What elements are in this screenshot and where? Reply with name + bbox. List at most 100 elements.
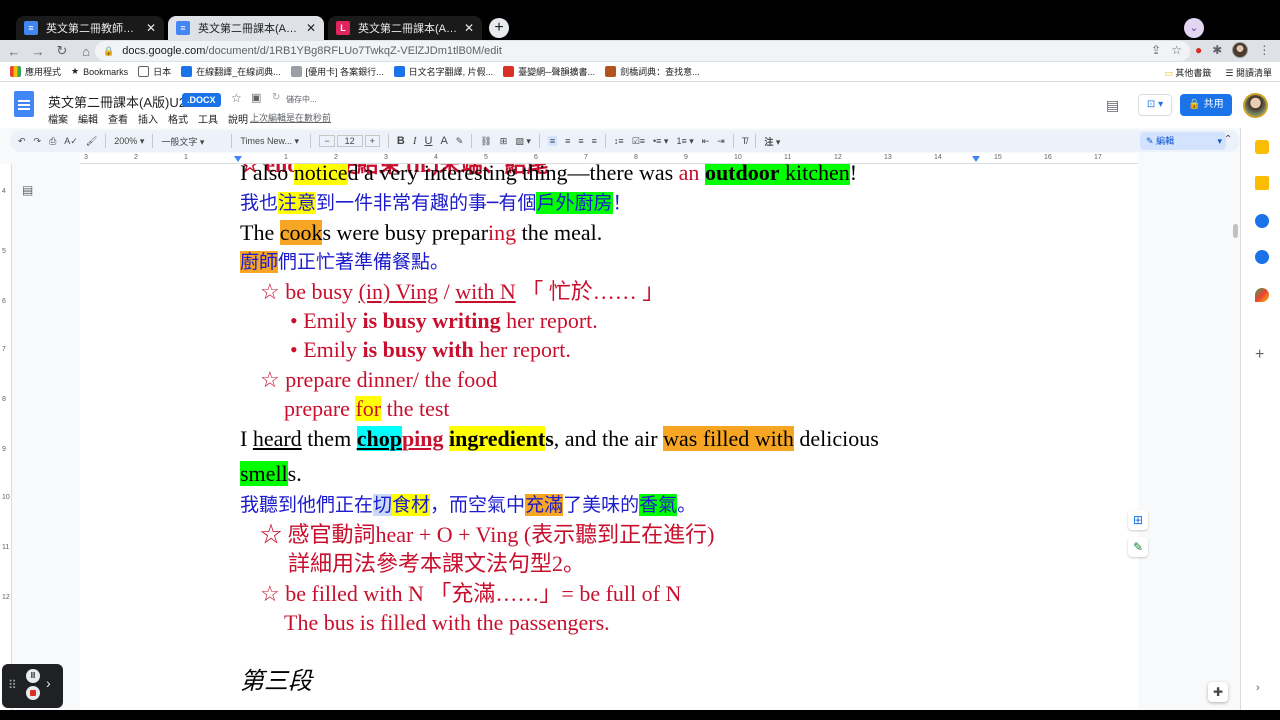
- bookmark-apps[interactable]: 應用程式: [10, 65, 61, 78]
- bulleted-list-icon[interactable]: •≡ ▾: [653, 136, 668, 147]
- style-select[interactable]: 一般文字 ▾: [161, 135, 223, 148]
- hide-side-panel-icon[interactable]: ›: [1256, 682, 1260, 694]
- tab-search-chevron-icon[interactable]: ⌄: [1184, 18, 1204, 38]
- bookmark-cambridge[interactable]: 劍橋詞典：查找意...: [605, 65, 700, 78]
- menu-format[interactable]: 格式: [168, 111, 188, 126]
- star-icon[interactable]: ☆: [231, 91, 242, 105]
- add-comment-icon[interactable]: ⊞: [1128, 510, 1148, 530]
- maps-icon[interactable]: [1255, 288, 1269, 302]
- bookmark-translate[interactable]: 在線翻譯_在線詞典...: [181, 65, 281, 78]
- editing-mode-select[interactable]: ✎ 編輯 ▾: [1140, 132, 1226, 150]
- highlight-pen-icon[interactable]: ✎: [456, 136, 464, 147]
- account-avatar[interactable]: [1243, 93, 1268, 118]
- back-icon[interactable]: ←: [4, 44, 24, 59]
- menu-tools[interactable]: 工具: [198, 111, 218, 126]
- bookmark-japanese-names[interactable]: 日文名字翻譯, 片假...: [393, 65, 493, 78]
- document-page[interactable]: ☆ end (v.)使結束 (n.)末端、結尾 I also noticed a…: [80, 164, 1138, 720]
- address-bar[interactable]: 🔒 docs.google.com/document/d/1RB1YBg8RFL…: [95, 41, 1190, 61]
- insert-image-icon[interactable]: ▨ ▾: [515, 136, 531, 147]
- numbered-list-icon[interactable]: 1≡ ▾: [676, 136, 693, 147]
- align-center-icon[interactable]: ≡: [565, 136, 570, 146]
- forward-icon[interactable]: →: [28, 44, 48, 59]
- contacts-icon[interactable]: [1255, 250, 1269, 264]
- menu-file[interactable]: 檔案: [48, 111, 68, 126]
- font-size-decrease-button[interactable]: −: [319, 135, 335, 147]
- move-folder-icon[interactable]: ▣: [251, 91, 261, 104]
- document-outline-icon[interactable]: ▤: [22, 183, 33, 197]
- line-spacing-icon[interactable]: ↕≡: [614, 136, 624, 146]
- bookmark-taiwan-dict[interactable]: 臺變網─聲韻擴書...: [503, 65, 595, 78]
- tab-textbook-docx[interactable]: ≡ 英文第二冊課本(A版)U2.docx - G ✕: [168, 16, 324, 40]
- increase-indent-icon[interactable]: ⇥: [717, 136, 725, 147]
- lock-icon[interactable]: 🔒: [103, 46, 114, 57]
- undo-icon[interactable]: ↶: [18, 136, 26, 147]
- bookmark-credit-card[interactable]: [優用卡] 各案銀行...: [290, 65, 384, 78]
- drag-handle-icon[interactable]: ⠿: [8, 678, 17, 692]
- text-color-icon[interactable]: A: [440, 135, 447, 147]
- chevron-right-icon[interactable]: ›: [46, 675, 51, 691]
- font-size-increase-button[interactable]: +: [364, 135, 380, 147]
- share-button[interactable]: 🔒 共用: [1180, 94, 1232, 116]
- print-icon[interactable]: ⎙: [49, 136, 56, 147]
- underline-button[interactable]: U: [425, 135, 433, 147]
- menu-help[interactable]: 說明: [228, 111, 248, 126]
- bookmark-bookmarks[interactable]: ★ Bookmarks: [71, 66, 128, 77]
- new-tab-button[interactable]: +: [489, 18, 509, 38]
- kebab-menu-icon[interactable]: ⋮: [1258, 43, 1270, 57]
- puzzle-extensions-icon[interactable]: ✱: [1212, 43, 1222, 57]
- horizontal-ruler[interactable]: 3 2 1 1 2 3 4 5 6 7 8 9 10 11 12 13 14 1…: [80, 153, 1138, 164]
- add-comment-icon[interactable]: ⊞: [500, 136, 508, 147]
- menu-view[interactable]: 查看: [108, 111, 128, 126]
- last-edit-link[interactable]: 上次編輯是在數秒前: [250, 111, 331, 124]
- docs-logo-icon[interactable]: [14, 91, 34, 117]
- tab-textbook-pdf[interactable]: L 英文第二冊課本(A版)U2.pdf - Lu ✕: [328, 16, 482, 40]
- decrease-indent-icon[interactable]: ⇤: [702, 136, 710, 147]
- get-addons-icon[interactable]: +: [1255, 346, 1264, 364]
- align-right-icon[interactable]: ≡: [578, 136, 583, 146]
- phonetic-icon[interactable]: 注 ▾: [764, 135, 780, 148]
- left-indent-marker[interactable]: [234, 156, 242, 162]
- menu-insert[interactable]: 插入: [138, 111, 158, 126]
- zoom-select[interactable]: 200% ▾: [114, 136, 144, 147]
- menu-edit[interactable]: 編輯: [78, 111, 98, 126]
- keep-icon[interactable]: [1255, 176, 1269, 190]
- redo-icon[interactable]: ↷: [34, 136, 42, 147]
- right-indent-marker[interactable]: [972, 156, 980, 162]
- reload-icon[interactable]: ↻: [52, 43, 72, 59]
- clear-formatting-icon[interactable]: T̸: [742, 136, 748, 146]
- suggest-edit-icon[interactable]: ✎: [1128, 537, 1148, 557]
- reading-list[interactable]: ☰ 閱讀清單: [1225, 66, 1272, 79]
- bookmark-star-icon[interactable]: ☆: [1171, 43, 1182, 57]
- comment-history-icon[interactable]: ▤: [1106, 97, 1119, 114]
- font-select[interactable]: Times New... ▾: [240, 136, 302, 147]
- bookmark-other[interactable]: ▭ 其他書籤: [1164, 66, 1211, 79]
- profile-avatar[interactable]: [1232, 42, 1249, 58]
- bookmark-japan[interactable]: 日本: [138, 65, 171, 78]
- close-icon[interactable]: ✕: [464, 21, 474, 35]
- home-icon[interactable]: ⌂: [76, 44, 96, 59]
- collapse-menu-icon[interactable]: ⌃: [1224, 134, 1232, 145]
- paint-format-icon[interactable]: 🖌: [86, 136, 97, 147]
- link-icon[interactable]: ⛓: [480, 136, 491, 147]
- spellcheck-icon[interactable]: A✓: [64, 136, 78, 147]
- pause-icon[interactable]: II: [26, 669, 40, 683]
- tasks-icon[interactable]: [1255, 214, 1269, 228]
- extension-icon[interactable]: ●: [1195, 43, 1202, 57]
- italic-button[interactable]: I: [413, 135, 417, 147]
- stop-record-icon[interactable]: [26, 686, 40, 700]
- tab-teacher-manual[interactable]: ≡ 英文第二冊教師手冊(A版)U2.doc ✕: [16, 16, 164, 40]
- close-icon[interactable]: ✕: [146, 21, 156, 35]
- bold-button[interactable]: B: [397, 135, 405, 147]
- scrollbar-thumb[interactable]: [1233, 224, 1238, 238]
- share-page-icon[interactable]: ⇪: [1151, 43, 1161, 57]
- document-title[interactable]: 英文第二冊課本(A版)U2: [48, 92, 186, 111]
- font-size-input[interactable]: 12: [336, 135, 363, 147]
- checklist-icon[interactable]: ☑≡: [632, 136, 645, 147]
- align-left-icon[interactable]: ≡: [547, 136, 558, 146]
- align-justify-icon[interactable]: ≡: [592, 136, 597, 146]
- close-icon[interactable]: ✕: [306, 21, 316, 35]
- explore-icon[interactable]: ✚: [1208, 682, 1228, 702]
- vertical-ruler[interactable]: 4 5 6 7 8 9 10 11 12: [0, 164, 12, 720]
- meet-present-button[interactable]: ⊡ ▾: [1138, 94, 1172, 116]
- calendar-icon[interactable]: [1255, 140, 1269, 154]
